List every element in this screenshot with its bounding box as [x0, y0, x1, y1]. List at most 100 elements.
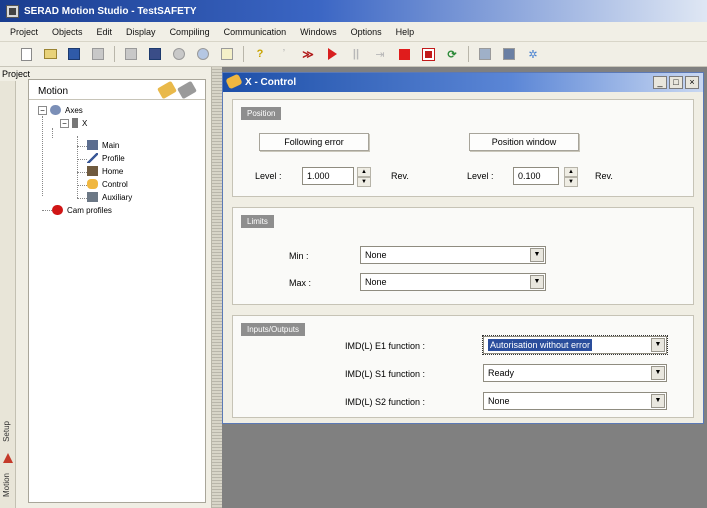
minimize-button[interactable]: _ [653, 76, 667, 89]
tree-node-home-label: Home [102, 166, 124, 176]
terminal-icon[interactable] [501, 46, 517, 62]
tree-node-axis-x-label: X [82, 118, 88, 128]
tree-node-main[interactable]: Main [87, 140, 119, 150]
pencil-icon[interactable] [157, 80, 177, 100]
menu-communication[interactable]: Communication [224, 27, 287, 37]
menu-objects[interactable]: Objects [52, 27, 83, 37]
network-icon[interactable] [195, 46, 211, 62]
position-group: Position Following error Position window… [232, 99, 694, 197]
eraser-icon[interactable] [177, 80, 197, 100]
e1-function-select[interactable]: Autorisation without error ▼ [482, 335, 668, 355]
project-pane: Project Setup Motion Motion − Axes − X M… [0, 67, 212, 508]
following-error-button[interactable]: Following error [259, 133, 369, 151]
control-window-title: X - Control [245, 77, 297, 88]
tree-node-axes[interactable]: − Axes [38, 105, 83, 115]
limits-group: Limits Min : None ▼ Max : None ▼ [232, 207, 694, 305]
pane-splitter[interactable] [212, 67, 222, 508]
open-icon[interactable] [42, 46, 58, 62]
menu-display[interactable]: Display [126, 27, 156, 37]
s1-function-value: Ready [488, 368, 515, 378]
position-window-button[interactable]: Position window [469, 133, 579, 151]
e1-function-label: IMD(L) E1 function : [345, 341, 426, 351]
save-icon[interactable] [66, 46, 82, 62]
limits-group-label: Limits [241, 215, 274, 228]
level-left-spinner[interactable]: ▲ ▼ [357, 167, 371, 187]
tab-motion[interactable]: Motion [2, 473, 11, 497]
level-input-right[interactable]: 0.100 [513, 167, 559, 185]
tab-setup[interactable]: Setup [2, 421, 11, 442]
max-select-value: None [365, 277, 387, 287]
position-group-label: Position [241, 107, 282, 120]
tree-node-profile-label: Profile [102, 153, 125, 163]
chevron-down-icon[interactable]: ▼ [651, 366, 665, 380]
min-select[interactable]: None ▼ [360, 246, 546, 264]
menu-help[interactable]: Help [396, 27, 415, 37]
tree-node-axes-label: Axes [65, 105, 83, 115]
app-title: SERAD Motion Studio - TestSAFETY [24, 5, 197, 17]
auxiliary-icon [87, 192, 98, 202]
compile-icon[interactable]: ʼ [276, 46, 292, 62]
app-icon [6, 4, 19, 18]
collapse-icon[interactable]: − [38, 105, 47, 115]
breakpoint-icon[interactable] [420, 46, 436, 62]
close-button[interactable]: × [685, 76, 699, 89]
collapse-icon[interactable]: − [60, 118, 69, 128]
level-label-right: Level : [467, 171, 494, 181]
max-select[interactable]: None ▼ [360, 273, 546, 291]
tree-node-main-label: Main [102, 140, 120, 150]
chevron-down-icon[interactable]: ▼ [651, 338, 665, 352]
new-icon[interactable] [18, 46, 34, 62]
s2-function-select[interactable]: None ▼ [483, 392, 667, 410]
step-icon[interactable]: ⇥ [372, 46, 388, 62]
max-label: Max : [289, 278, 312, 288]
menu-windows[interactable]: Windows [300, 27, 337, 37]
chevron-down-icon[interactable]: ▼ [530, 248, 544, 262]
run-icon[interactable] [324, 46, 340, 62]
search-icon[interactable] [171, 46, 187, 62]
control-icon [87, 179, 98, 189]
tree-node-cam-profiles[interactable]: Cam profiles [52, 205, 112, 215]
s1-function-select[interactable]: Ready ▼ [483, 364, 667, 382]
app-title-bar: SERAD Motion Studio - TestSAFETY [0, 0, 707, 22]
toolbar-separator [243, 46, 244, 62]
cam-profile-icon [52, 205, 63, 215]
level-right-spinner[interactable]: ▲ ▼ [564, 167, 578, 187]
chevron-down-icon[interactable]: ▼ [530, 275, 544, 289]
tree-node-control[interactable]: Control [87, 179, 128, 189]
level-input-left[interactable]: 1.000 [302, 167, 354, 185]
setup-tab-icon [3, 453, 13, 463]
settings-icon[interactable]: ✲ [525, 46, 541, 62]
home-icon [87, 166, 98, 176]
control-window-title-bar[interactable]: X - Control _ □ × [223, 73, 703, 92]
download-icon[interactable]: ≫ [300, 46, 316, 62]
pause-icon[interactable]: || [348, 46, 364, 62]
scope-icon[interactable] [219, 46, 235, 62]
library-icon[interactable] [147, 46, 163, 62]
menu-options[interactable]: Options [351, 27, 382, 37]
main-icon [87, 140, 98, 150]
maximize-button[interactable]: □ [669, 76, 683, 89]
level-unit-right: Rev. [595, 171, 613, 181]
profile-icon [87, 153, 98, 163]
tree-node-profile[interactable]: Profile [87, 153, 125, 163]
s1-function-label: IMD(L) S1 function : [345, 369, 426, 379]
tree-node-auxiliary[interactable]: Auxiliary [87, 192, 132, 202]
tree-node-axis-x[interactable]: − X [60, 118, 87, 128]
level-unit-left: Rev. [391, 171, 409, 181]
chevron-down-icon[interactable]: ▼ [651, 394, 665, 408]
help-icon[interactable]: ? [252, 46, 268, 62]
menu-edit[interactable]: Edit [97, 27, 113, 37]
menu-project[interactable]: Project [10, 27, 38, 37]
axes-icon [50, 105, 61, 115]
save-all-icon[interactable] [90, 46, 106, 62]
io-group-label: Inputs/Outputs [241, 323, 306, 336]
tree-node-home[interactable]: Home [87, 166, 123, 176]
menu-compiling[interactable]: Compiling [170, 27, 210, 37]
toolbar: ? ʼ ≫ || ⇥ ⟳ ✲ [0, 42, 707, 67]
level-label-left: Level : [255, 171, 282, 181]
connect-icon[interactable] [477, 46, 493, 62]
reset-icon[interactable]: ⟳ [444, 46, 460, 62]
e1-function-value: Autorisation without error [488, 339, 593, 351]
print-icon[interactable] [123, 46, 139, 62]
stop-icon[interactable] [396, 46, 412, 62]
